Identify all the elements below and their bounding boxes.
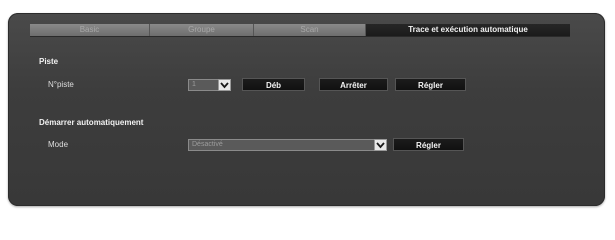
trace-number-select[interactable]: 1 <box>188 79 231 91</box>
start-button[interactable]: Déb <box>242 78 305 91</box>
tab-bar: Basic Groupe Scan Trace et exécution aut… <box>30 24 570 36</box>
tab-group[interactable]: Groupe <box>150 24 254 36</box>
mode-value: Désactivé <box>192 141 223 148</box>
auto-run-section-title: Démarrer automatiquement <box>39 118 144 127</box>
tab-basic[interactable]: Basic <box>30 24 150 36</box>
chevron-down-icon[interactable] <box>218 79 231 91</box>
tab-trace-auto-run[interactable]: Trace et exécution automatique <box>366 24 570 36</box>
tab-scan[interactable]: Scan <box>254 24 366 36</box>
trace-set-button[interactable]: Régler <box>395 78 466 91</box>
stop-button[interactable]: Arrêter <box>319 78 388 91</box>
chevron-down-icon[interactable] <box>374 139 387 151</box>
trace-number-value: 1 <box>192 81 196 88</box>
settings-panel: Basic Groupe Scan Trace et exécution aut… <box>8 13 605 206</box>
mode-select[interactable]: Désactivé <box>188 139 387 151</box>
trace-section-title: Piste <box>39 57 59 66</box>
auto-run-set-button[interactable]: Régler <box>393 138 464 151</box>
mode-label: Mode <box>48 140 69 149</box>
trace-number-label: N°piste <box>48 80 74 89</box>
